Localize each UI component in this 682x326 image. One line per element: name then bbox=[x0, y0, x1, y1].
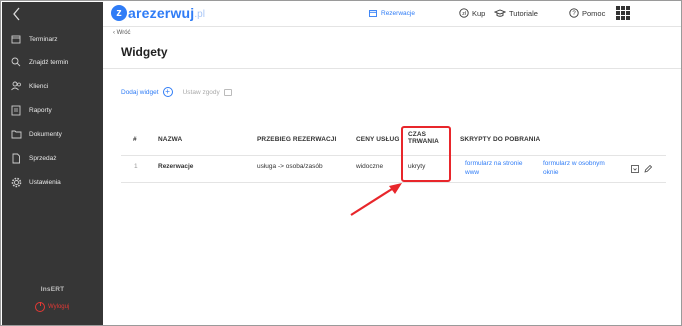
plus-icon: + bbox=[162, 87, 173, 97]
actions-bar: Dodaj widget + Ustaw zgody bbox=[121, 87, 232, 97]
sidebar-item-sprzedaz[interactable]: Sprzedaż bbox=[2, 148, 103, 168]
row-actions bbox=[630, 164, 656, 173]
sidebar-item-label: Znajdź termin bbox=[29, 58, 69, 66]
column-header-prices: CENY USŁUG bbox=[356, 136, 400, 143]
edit-pencil-icon[interactable] bbox=[643, 164, 652, 173]
sidebar-item-label: Sprzedaż bbox=[29, 154, 57, 162]
sidebar-item-label: Terminarz bbox=[29, 35, 58, 43]
script-link-website-form[interactable]: formularz na stronie www bbox=[465, 159, 522, 177]
logout-label: Wyloguj bbox=[48, 304, 70, 310]
buy-label: Kup bbox=[472, 8, 486, 18]
search-icon bbox=[10, 56, 22, 68]
sidebar-item-znajdz-termin[interactable]: Znajdź termin bbox=[2, 52, 103, 72]
calendar-icon bbox=[369, 10, 377, 17]
script-link-line2: www bbox=[465, 169, 480, 176]
breadcrumb-back-link[interactable]: ‹ Wróć bbox=[113, 30, 131, 36]
sidebar-item-klienci[interactable]: Klienci bbox=[2, 76, 103, 96]
help-icon: ? bbox=[569, 8, 579, 18]
svg-text:?: ? bbox=[572, 11, 576, 17]
set-consents-button[interactable]: Ustaw zgody bbox=[182, 88, 232, 96]
highlight-box bbox=[401, 126, 451, 182]
folder-icon bbox=[10, 128, 22, 140]
page-title: Widgety bbox=[121, 45, 168, 59]
annotation-arrow bbox=[350, 183, 402, 216]
add-widget-label: Dodaj widget bbox=[121, 88, 159, 96]
graduation-cap-icon bbox=[494, 9, 506, 17]
set-consents-label: Ustaw zgody bbox=[182, 88, 220, 96]
logo-mark: z bbox=[111, 5, 127, 21]
calendar-icon bbox=[10, 33, 22, 45]
chevron-left-icon[interactable] bbox=[11, 6, 23, 22]
coin-icon: zł bbox=[459, 8, 469, 18]
row-name: Rezerwacje bbox=[158, 163, 194, 170]
sidebar-item-label: Ustawienia bbox=[29, 178, 61, 186]
logo-word: arezerwuj bbox=[128, 5, 195, 21]
nav-reservations[interactable]: Rezerwacje bbox=[369, 9, 415, 17]
sidebar-item-label: Dokumenty bbox=[29, 130, 62, 138]
row-flow: usługa -> osoba/zasób bbox=[257, 163, 323, 170]
column-header-flow: PRZEBIEG REZERWACJI bbox=[257, 136, 337, 143]
app-window: Terminarz Znajdź termin Klienci Raporty … bbox=[0, 0, 682, 326]
logout-button[interactable]: Wyloguj bbox=[35, 302, 69, 312]
row-prices: widoczne bbox=[356, 163, 384, 170]
power-icon bbox=[35, 302, 45, 312]
svg-text:zł: zł bbox=[462, 11, 467, 17]
column-header-name: NAZWA bbox=[158, 136, 183, 143]
sidebar-item-label: Raporty bbox=[29, 106, 52, 114]
tutorials-label: Tutoriale bbox=[509, 8, 538, 18]
row-index: 1 bbox=[134, 163, 138, 170]
top-bar: z arezerwuj .pl Rezerwacje zł Kup Tutori… bbox=[103, 2, 681, 27]
add-widget-button[interactable]: Dodaj widget + bbox=[121, 87, 173, 97]
gear-icon bbox=[10, 176, 22, 188]
brand-label: InsERT bbox=[40, 286, 65, 293]
help-link[interactable]: ? Pomoc bbox=[569, 8, 605, 18]
apps-grid-icon[interactable] bbox=[616, 6, 630, 20]
buy-link[interactable]: zł Kup bbox=[459, 8, 485, 18]
document-icon bbox=[10, 152, 22, 164]
column-header-index: # bbox=[133, 136, 137, 143]
sidebar-item-terminarz[interactable]: Terminarz bbox=[2, 29, 103, 49]
sidebar: Terminarz Znajdź termin Klienci Raporty … bbox=[2, 2, 103, 325]
archive-icon[interactable] bbox=[630, 164, 639, 173]
column-header-scripts: SKRYPTY DO POBRANIA bbox=[460, 136, 541, 143]
nav-reservations-label: Rezerwacje bbox=[381, 9, 415, 17]
logo-tld: .pl bbox=[194, 9, 205, 20]
sidebar-item-dokumenty[interactable]: Dokumenty bbox=[2, 124, 103, 144]
script-link-line1: formularz w osobnym bbox=[543, 160, 605, 167]
header-divider bbox=[121, 155, 666, 156]
divider bbox=[103, 68, 681, 69]
comment-icon bbox=[223, 88, 232, 96]
users-icon bbox=[10, 80, 22, 92]
script-link-window-form[interactable]: formularz w osobnym oknie bbox=[543, 159, 605, 177]
sidebar-item-raporty[interactable]: Raporty bbox=[2, 100, 103, 120]
script-link-line1: formularz na stronie bbox=[465, 160, 523, 167]
script-link-line2: oknie bbox=[543, 169, 559, 176]
report-icon bbox=[10, 104, 22, 116]
help-label: Pomoc bbox=[582, 8, 606, 18]
tutorials-link[interactable]: Tutoriale bbox=[494, 8, 538, 18]
sidebar-item-ustawienia[interactable]: Ustawienia bbox=[2, 172, 103, 192]
logo[interactable]: z arezerwuj .pl bbox=[111, 5, 205, 21]
sidebar-item-label: Klienci bbox=[29, 82, 49, 90]
